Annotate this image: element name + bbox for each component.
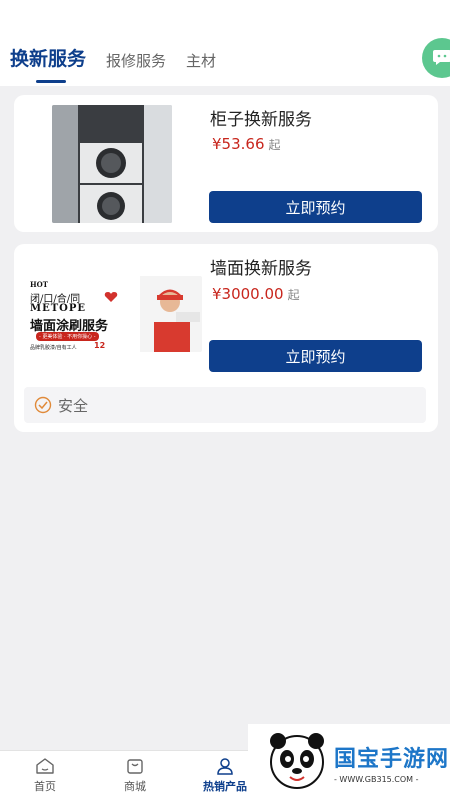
tab-repair-service[interactable]: 报修服务 (106, 50, 166, 71)
service-price: ¥53.66 起 (212, 135, 281, 153)
wall-painting-poster: HOT 闭/口/合/同 METOPE 墙面涂刷服务 - 更美体验 · 不用你操心… (28, 276, 202, 352)
panda-logo-icon (266, 729, 328, 795)
watermark-overlay: 国宝手游网 - WWW.GB315.COM - (248, 724, 450, 800)
shop-bag-icon (127, 759, 143, 774)
nav-home[interactable]: 首页 (0, 751, 90, 800)
home-icon (36, 758, 54, 774)
price-suffix: 起 (287, 288, 300, 302)
nav-shop[interactable]: 商城 (90, 751, 180, 800)
worker-photo (140, 276, 202, 352)
heart-icon (104, 288, 118, 302)
service-card-cabinet[interactable]: 柜子换新服务 ¥53.66 起 立即预约 (14, 95, 438, 232)
safety-label: 安全 (58, 396, 89, 415)
nav-home-label: 首页 (34, 780, 56, 793)
watermark-title: 国宝手游网 (334, 746, 450, 772)
price-suffix: 起 (268, 138, 281, 152)
poster-footer: 品牌乳胶漆/自有工人 (30, 345, 77, 351)
nav-shop-label: 商城 (124, 780, 146, 793)
book-now-button[interactable]: 立即预约 (209, 340, 422, 372)
category-tabs: 换新服务 报修服务 主材 (10, 44, 236, 83)
safety-tag: 安全 (24, 387, 426, 423)
top-header: 换新服务 报修服务 主材 (0, 0, 450, 86)
user-icon (217, 758, 233, 775)
nav-hot-products-label: 热销产品 (203, 780, 247, 793)
book-now-button[interactable]: 立即预约 (209, 191, 422, 223)
poster-number: 12 (94, 341, 106, 350)
tab-main-materials[interactable]: 主材 (186, 50, 216, 71)
service-title: 墙面换新服务 (210, 259, 312, 279)
poster-hot: HOT (30, 280, 48, 289)
price-value: ¥3000.00 (212, 285, 284, 303)
price-value: ¥53.66 (212, 135, 265, 153)
poster-tagline: - 更美体验 · 不用你操心 - (36, 332, 99, 341)
service-card-wall[interactable]: HOT 闭/口/合/同 METOPE 墙面涂刷服务 - 更美体验 · 不用你操心… (14, 244, 438, 432)
washer-cabinet-photo (52, 105, 172, 223)
tab-renewal-service[interactable]: 换新服务 (10, 44, 86, 83)
chat-icon[interactable] (422, 38, 450, 78)
watermark-url: - WWW.GB315.COM - (334, 774, 419, 784)
poster-brand: METOPE (30, 303, 86, 314)
service-price: ¥3000.00 起 (212, 285, 300, 303)
check-circle-icon (34, 396, 52, 414)
service-title: 柜子换新服务 (210, 110, 312, 130)
